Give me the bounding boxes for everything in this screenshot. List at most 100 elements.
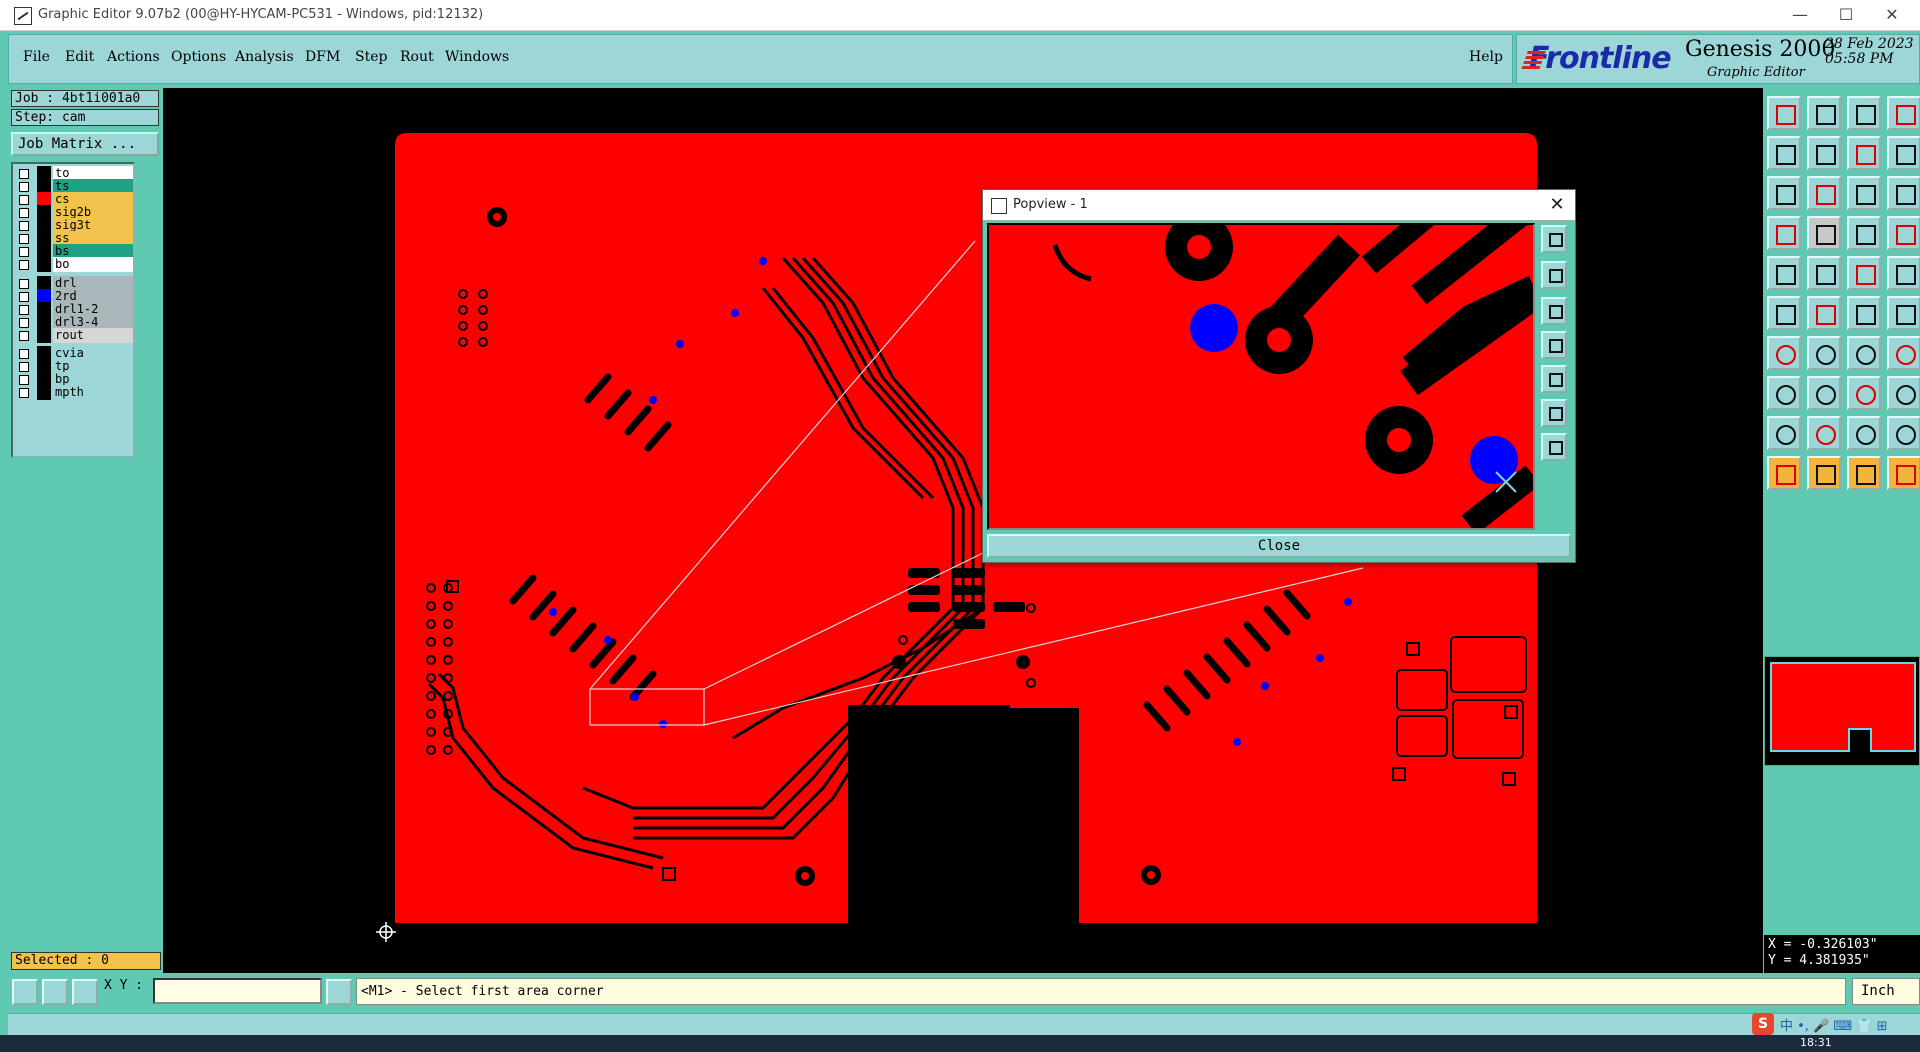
toolbar-tool-icon[interactable] <box>1807 96 1841 130</box>
job-matrix-button[interactable]: Job Matrix ... <box>11 132 159 156</box>
layer-checkbox[interactable] <box>19 305 29 315</box>
toolbar-tool-icon[interactable] <box>1807 376 1841 410</box>
layer-name[interactable]: bo <box>53 257 133 272</box>
minimap[interactable] <box>1764 656 1920 766</box>
toolbar-tool-icon[interactable] <box>1807 216 1841 250</box>
popview-tool-icon[interactable] <box>1541 365 1567 393</box>
toolbar-tool-icon[interactable] <box>1767 456 1801 490</box>
layer-checkbox[interactable] <box>19 349 29 359</box>
layer-row-rout[interactable]: rout <box>15 328 133 343</box>
tool-glyph-icon <box>1856 265 1876 285</box>
layer-checkbox[interactable] <box>19 318 29 328</box>
layer-checkbox[interactable] <box>19 221 29 231</box>
toolbar-tool-icon[interactable] <box>1887 176 1920 210</box>
toolbar-tool-icon[interactable] <box>1847 256 1881 290</box>
toolbar-tool-icon[interactable] <box>1887 136 1920 170</box>
popview-close-icon[interactable]: ✕ <box>1545 193 1569 217</box>
toolbar-tool-icon[interactable] <box>1887 416 1920 450</box>
popview-tool-icon[interactable] <box>1541 331 1567 359</box>
layer-checkbox[interactable] <box>19 375 29 385</box>
toolbar-tool-icon[interactable] <box>1767 256 1801 290</box>
menu-file[interactable]: File <box>23 49 50 65</box>
toolbar-tool-icon[interactable] <box>1767 296 1801 330</box>
toolbar-tool-icon[interactable] <box>1847 456 1881 490</box>
toolbar-tool-icon[interactable] <box>1767 96 1801 130</box>
popview-tool-icon[interactable] <box>1541 261 1567 289</box>
layer-checkbox[interactable] <box>19 234 29 244</box>
toolbar-tool-icon[interactable] <box>1847 136 1881 170</box>
popview-tool-icon[interactable] <box>1541 433 1567 461</box>
toolbar-tool-icon[interactable] <box>1807 336 1841 370</box>
toolbar-tool-icon[interactable] <box>1807 416 1841 450</box>
menu-help[interactable]: Help <box>1469 49 1503 65</box>
toolbar-tool-icon[interactable] <box>1847 96 1881 130</box>
layer-checkbox[interactable] <box>19 279 29 289</box>
layer-checkbox[interactable] <box>19 169 29 179</box>
toolbar-tool-icon[interactable] <box>1847 336 1881 370</box>
toolbar-tool-icon[interactable] <box>1887 376 1920 410</box>
toolbar-tool-icon[interactable] <box>1767 216 1801 250</box>
popview-zoom-image[interactable] <box>987 223 1535 530</box>
toolbar-tool-icon[interactable] <box>1887 216 1920 250</box>
ime-toolbar[interactable]: S 中 •, 🎤 ⌨ 👕 ⊞ <box>1752 1013 1920 1035</box>
toolbar-tool-icon[interactable] <box>1807 256 1841 290</box>
tool-glyph-icon <box>1856 345 1876 365</box>
layer-row-mpth[interactable]: mpth <box>15 385 133 400</box>
measure-icon[interactable] <box>42 979 68 1005</box>
toolbar-tool-icon[interactable] <box>1847 416 1881 450</box>
maximize-button[interactable]: ☐ <box>1826 4 1866 26</box>
layer-name[interactable]: mpth <box>53 385 133 400</box>
input-mode-icon[interactable] <box>326 979 352 1005</box>
toolbar-tool-icon[interactable] <box>1807 456 1841 490</box>
grid-icon[interactable] <box>72 979 98 1005</box>
toolbar-tool-icon[interactable] <box>1887 256 1920 290</box>
layer-name[interactable]: rout <box>53 328 133 343</box>
layer-checkbox[interactable] <box>19 292 29 302</box>
toolbar-tool-icon[interactable] <box>1847 176 1881 210</box>
layer-checkbox[interactable] <box>19 182 29 192</box>
product-name: Genesis 2000 <box>1685 37 1836 62</box>
toolbar-tool-icon[interactable] <box>1887 96 1920 130</box>
menu-step[interactable]: Step <box>355 49 387 65</box>
layer-checkbox[interactable] <box>19 260 29 270</box>
sogou-icon[interactable]: S <box>1752 1013 1774 1035</box>
toolbar-tool-icon[interactable] <box>1767 336 1801 370</box>
toolbar-tool-icon[interactable] <box>1807 176 1841 210</box>
toolbar-tool-icon[interactable] <box>1847 376 1881 410</box>
menu-windows[interactable]: Windows <box>445 49 509 65</box>
layer-checkbox[interactable] <box>19 388 29 398</box>
menu-edit[interactable]: Edit <box>65 49 94 65</box>
menu-analysis[interactable]: Analysis <box>235 49 294 65</box>
snap-icon[interactable] <box>12 979 38 1005</box>
layer-row-bo[interactable]: bo <box>15 257 133 272</box>
close-window-button[interactable]: ✕ <box>1872 4 1912 26</box>
toolbar-tool-icon[interactable] <box>1767 176 1801 210</box>
layer-checkbox[interactable] <box>19 208 29 218</box>
layer-checkbox[interactable] <box>19 331 29 341</box>
toolbar-tool-icon[interactable] <box>1807 136 1841 170</box>
ime-status[interactable]: 中 •, 🎤 ⌨ 👕 ⊞ <box>1780 1015 1888 1034</box>
toolbar-tool-icon[interactable] <box>1887 456 1920 490</box>
units-select[interactable]: Inch <box>1852 978 1920 1005</box>
popview-tool-icon[interactable] <box>1541 399 1567 427</box>
menu-options[interactable]: Options <box>171 49 226 65</box>
minimize-button[interactable]: — <box>1780 4 1820 26</box>
layer-checkbox[interactable] <box>19 247 29 257</box>
layer-checkbox[interactable] <box>19 195 29 205</box>
menu-dfm[interactable]: DFM <box>305 49 340 65</box>
toolbar-tool-icon[interactable] <box>1767 376 1801 410</box>
menu-rout[interactable]: Rout <box>400 49 434 65</box>
toolbar-tool-icon[interactable] <box>1887 336 1920 370</box>
popview-close-button[interactable]: Close <box>987 534 1571 558</box>
toolbar-tool-icon[interactable] <box>1847 296 1881 330</box>
toolbar-tool-icon[interactable] <box>1807 296 1841 330</box>
toolbar-tool-icon[interactable] <box>1887 296 1920 330</box>
xy-input[interactable] <box>153 978 322 1004</box>
toolbar-tool-icon[interactable] <box>1767 136 1801 170</box>
menu-actions[interactable]: Actions <box>107 49 160 65</box>
toolbar-tool-icon[interactable] <box>1767 416 1801 450</box>
popview-tool-icon[interactable] <box>1541 297 1567 325</box>
popview-tool-icon[interactable] <box>1541 225 1567 253</box>
toolbar-tool-icon[interactable] <box>1847 216 1881 250</box>
layer-checkbox[interactable] <box>19 362 29 372</box>
